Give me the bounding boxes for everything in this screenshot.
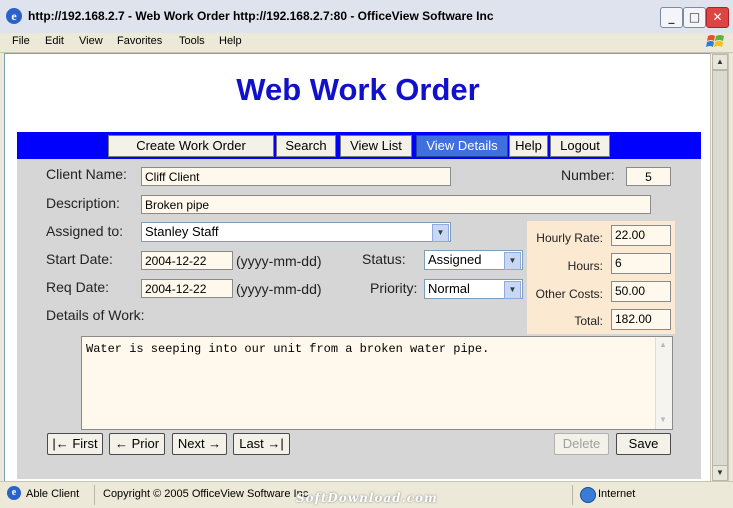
status-value: Assigned bbox=[428, 252, 482, 267]
other-costs-field[interactable]: 50.00 bbox=[611, 281, 671, 302]
assigned-to-label: Assigned to: bbox=[46, 223, 124, 239]
menu-file[interactable]: File bbox=[12, 35, 30, 47]
ie-page-icon: e bbox=[7, 486, 21, 500]
details-label: Details of Work: bbox=[46, 307, 145, 323]
dropdown-arrow-icon: ▼ bbox=[504, 281, 521, 299]
next-button[interactable]: Next → bbox=[172, 433, 227, 455]
close-button[interactable]: ✕ bbox=[706, 7, 729, 28]
hourly-rate-field[interactable]: 22.00 bbox=[611, 225, 671, 246]
save-button[interactable]: Save bbox=[616, 433, 671, 455]
menu-view[interactable]: View bbox=[79, 35, 103, 47]
cost-panel: Hourly Rate: 22.00 Hours: 6 Other Costs:… bbox=[527, 221, 675, 334]
start-date-format: (yyyy-mm-dd) bbox=[236, 253, 322, 269]
total-field: 182.00 bbox=[611, 309, 671, 330]
window-title: http://192.168.2.7 - Web Work Order http… bbox=[28, 9, 494, 23]
globe-icon bbox=[580, 487, 596, 503]
page-viewport: Web Work Order Create Work Order Search … bbox=[4, 53, 712, 483]
status-separator bbox=[572, 485, 573, 505]
menu-tools[interactable]: Tools bbox=[179, 35, 205, 47]
window-title-bar: e http://192.168.2.7 - Web Work Order ht… bbox=[0, 0, 733, 34]
req-date-label: Req Date: bbox=[46, 279, 110, 295]
nav-view-details[interactable]: View Details bbox=[416, 135, 508, 157]
menu-bar: File Edit View Favorites Tools Help bbox=[0, 33, 733, 53]
other-costs-label: Other Costs: bbox=[535, 287, 603, 301]
req-date-field[interactable]: 2004-12-22 bbox=[141, 279, 233, 298]
first-button[interactable]: |← First bbox=[47, 433, 103, 455]
status-bar: e Able Client Copyright © 2005 OfficeVie… bbox=[0, 481, 733, 508]
dropdown-arrow-icon: ▼ bbox=[504, 252, 521, 270]
client-name-label: Client Name: bbox=[46, 166, 127, 182]
nav-view-list[interactable]: View List bbox=[340, 135, 412, 157]
description-field[interactable]: Broken pipe bbox=[141, 195, 651, 214]
total-label: Total: bbox=[574, 314, 603, 328]
status-zone: Internet bbox=[598, 488, 636, 500]
delete-button[interactable]: Delete bbox=[554, 433, 609, 455]
start-date-field[interactable]: 2004-12-22 bbox=[141, 251, 233, 270]
hourly-rate-label: Hourly Rate: bbox=[536, 231, 603, 245]
watermark: SoftDownload.com bbox=[296, 491, 438, 505]
start-date-label: Start Date: bbox=[46, 251, 113, 267]
nav-create-work-order[interactable]: Create Work Order bbox=[108, 135, 274, 157]
menu-edit[interactable]: Edit bbox=[45, 35, 64, 47]
nav-search[interactable]: Search bbox=[276, 135, 336, 157]
details-scrollbar[interactable]: ▲ ▼ bbox=[655, 337, 672, 429]
client-name-field[interactable]: Cliff Client bbox=[141, 167, 451, 186]
windows-flag-icon bbox=[706, 35, 724, 47]
number-field: 5 bbox=[626, 167, 671, 186]
hours-label: Hours: bbox=[567, 259, 603, 273]
status-user: Able Client bbox=[26, 488, 80, 500]
priority-select[interactable]: Normal ▼ bbox=[424, 279, 523, 299]
prior-button[interactable]: ← Prior bbox=[109, 433, 165, 455]
scroll-down-icon[interactable]: ▼ bbox=[659, 415, 667, 424]
menu-help[interactable]: Help bbox=[219, 35, 242, 47]
last-button[interactable]: Last →| bbox=[233, 433, 290, 455]
maximize-button[interactable]: □ bbox=[683, 7, 706, 28]
priority-label: Priority: bbox=[370, 280, 418, 296]
status-select[interactable]: Assigned ▼ bbox=[424, 250, 523, 270]
details-text: Water is seeping into our unit from a br… bbox=[86, 342, 490, 356]
scroll-up-icon[interactable]: ▲ bbox=[712, 54, 728, 70]
hours-field[interactable]: 6 bbox=[611, 253, 671, 274]
description-label: Description: bbox=[46, 195, 120, 211]
status-label: Status: bbox=[362, 251, 406, 267]
status-separator bbox=[94, 485, 95, 505]
page-scrollbar[interactable]: ▲ ▼ bbox=[710, 53, 729, 483]
dropdown-arrow-icon: ▼ bbox=[432, 224, 449, 242]
number-label: Number: bbox=[561, 167, 615, 183]
details-textarea[interactable]: Water is seeping into our unit from a br… bbox=[81, 336, 673, 430]
scroll-up-icon[interactable]: ▲ bbox=[659, 340, 667, 349]
assigned-to-select[interactable]: Stanley Staff ▼ bbox=[141, 222, 451, 242]
minimize-button[interactable]: _ bbox=[660, 7, 683, 28]
nav-bar: Create Work Order Search View List View … bbox=[17, 132, 701, 159]
nav-logout[interactable]: Logout bbox=[550, 135, 610, 157]
scroll-down-icon[interactable]: ▼ bbox=[712, 465, 728, 481]
scroll-thumb[interactable] bbox=[712, 70, 728, 466]
nav-help[interactable]: Help bbox=[509, 135, 548, 157]
req-date-format: (yyyy-mm-dd) bbox=[236, 281, 322, 297]
priority-value: Normal bbox=[428, 281, 470, 296]
menu-favorites[interactable]: Favorites bbox=[117, 35, 162, 47]
page-heading: Web Work Order bbox=[236, 72, 480, 107]
assigned-to-value: Stanley Staff bbox=[145, 224, 219, 239]
ie-page-icon: e bbox=[6, 8, 22, 24]
status-copyright: Copyright © 2005 OfficeView Software Inc bbox=[103, 488, 309, 500]
